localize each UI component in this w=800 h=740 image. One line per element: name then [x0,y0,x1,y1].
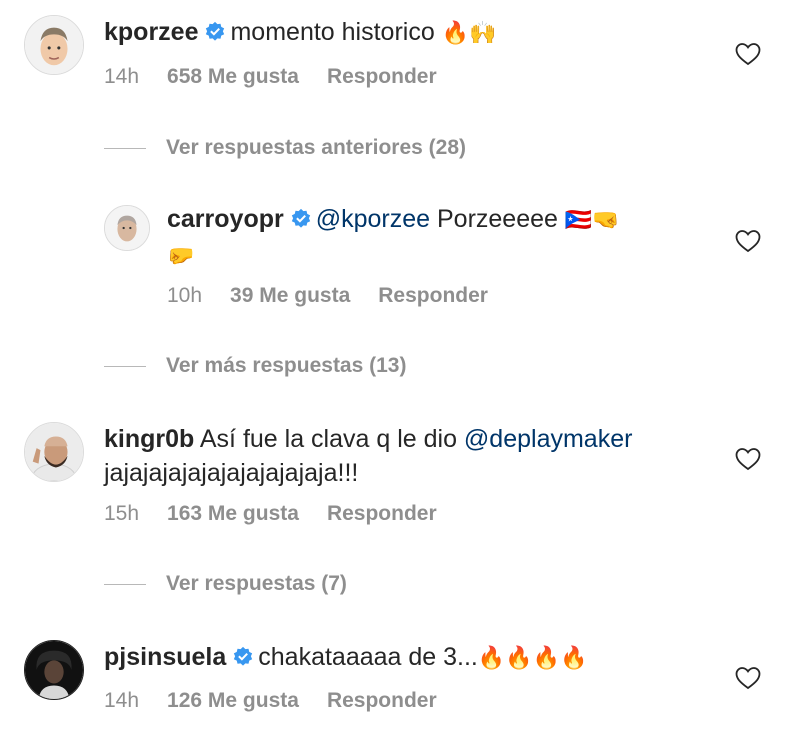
avatar-image [25,423,83,481]
view-replies-label: Ver respuestas (7) [166,572,347,595]
view-more-replies-label: Ver más respuestas (13) [166,354,407,377]
divider-line [104,147,146,149]
avatar-image [25,641,83,699]
timestamp: 14h [104,65,140,88]
likes-count[interactable]: 658 Me gusta [167,65,299,88]
emoji-group-line2: 🤛 [167,244,195,269]
likes-count[interactable]: 39 Me gusta [230,284,350,307]
divider-line [104,583,146,585]
reply-button[interactable]: Responder [327,65,437,88]
like-heart-icon[interactable] [735,229,761,253]
avatar-pjsinsuela[interactable] [24,640,84,700]
view-previous-replies-link[interactable]: Ver respuestas anteriores (28) [104,136,466,160]
avatar-kingr0b[interactable] [24,422,84,482]
reply-button[interactable]: Responder [378,284,488,307]
verified-badge-icon [232,646,254,668]
reply-button[interactable]: Responder [327,502,437,525]
like-heart-icon[interactable] [735,447,761,471]
emoji-group: 🇵🇷🤜 [564,208,620,233]
comment-body: momento historico [230,18,435,46]
avatar-image [105,206,149,250]
comment-body: Porzeeeee [437,205,558,233]
username[interactable]: kingr0b [104,425,194,453]
timestamp: 14h [104,689,140,712]
comment-meta: 14h 658 Me gusta Responder [104,65,465,89]
comment-body-line2: jajajajajajajajajajajaja!!! [104,459,359,487]
comment-meta: 10h 39 Me gusta Responder [167,284,516,308]
comment-meta: 14h 126 Me gusta Responder [104,689,465,713]
likes-count[interactable]: 126 Me gusta [167,689,299,712]
username[interactable]: pjsinsuela [104,643,226,671]
verified-badge-icon [204,21,226,43]
avatar-kporzee[interactable] [24,15,84,75]
comment-body: chakataaaaa de 3... [258,643,478,671]
verified-badge-icon [290,208,312,230]
avatar-carroyopr[interactable] [104,205,150,251]
comment-text: carroyopr @kporzee Porzeeeee 🇵🇷🤜 🤛 [167,202,697,274]
comment-text: pjsinsuela chakataaaaa de 3...🔥🔥🔥🔥 [104,640,704,676]
view-more-replies-link[interactable]: Ver más respuestas (13) [104,354,406,378]
like-heart-icon[interactable] [735,666,761,690]
timestamp: 10h [167,284,203,307]
view-previous-replies-label: Ver respuestas anteriores (28) [166,136,466,159]
comment-body: Así fue la clava q le dio [199,425,457,453]
mention-link[interactable]: @deplaymaker [464,425,633,453]
likes-count[interactable]: 163 Me gusta [167,502,299,525]
reply-button[interactable]: Responder [327,689,437,712]
avatar-image [25,16,83,74]
comment-text: kingr0b Así fue la clava q le dio @depla… [104,422,704,490]
username[interactable]: carroyopr [167,205,284,233]
timestamp: 15h [104,502,140,525]
comment-meta: 15h 163 Me gusta Responder [104,502,465,526]
divider-line [104,365,146,367]
view-replies-link[interactable]: Ver respuestas (7) [104,572,347,596]
emoji-group: 🔥🔥🔥🔥 [477,646,588,671]
emoji-group: 🔥🙌 [441,21,497,46]
username[interactable]: kporzee [104,18,198,46]
comment-text: kporzee momento historico 🔥🙌 [104,15,704,51]
like-heart-icon[interactable] [735,42,761,66]
mention-link[interactable]: @kporzee [316,205,430,233]
